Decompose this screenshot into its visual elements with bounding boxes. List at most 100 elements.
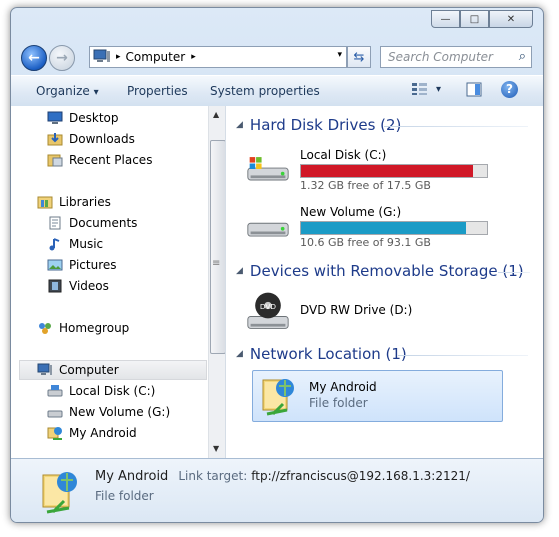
forward-arrow-icon: → — [56, 50, 68, 66]
views-dropdown-icon[interactable]: ▾ — [436, 84, 441, 95]
group-divider — [384, 126, 528, 127]
close-icon: ✕ — [506, 13, 516, 25]
details-name: My Android — [95, 469, 169, 484]
drive-usage-fill — [301, 222, 466, 234]
back-button[interactable]: ← — [21, 45, 47, 71]
details-pane: My Android Link target: ftp://zfranciscus@… — [11, 458, 543, 522]
desktop-icon — [47, 111, 63, 124]
collapse-icon[interactable]: ◢ — [236, 266, 243, 276]
nav-item-local-disk-c[interactable]: Local Disk (C:) — [47, 381, 155, 401]
chevron-down-icon: ▾ — [93, 87, 99, 98]
dvd-label: DVD — [260, 302, 277, 311]
drive-usage-bar — [300, 164, 488, 178]
nav-item-label: Libraries — [59, 195, 111, 209]
link-target-label: Link target: — [178, 469, 248, 483]
grip-icon: ≡ — [212, 258, 221, 269]
search-placeholder: Search Computer — [388, 50, 493, 64]
nav-item-computer[interactable]: Computer — [19, 360, 207, 380]
details-type: File folder — [95, 489, 154, 503]
computer-icon — [93, 49, 110, 62]
nav-item-label: Documents — [69, 216, 138, 230]
address-bar[interactable]: ▸ Computer ▸ ▾ — [89, 46, 347, 68]
scroll-down-icon[interactable]: ▼ — [213, 444, 219, 453]
help-button[interactable]: ? — [501, 81, 518, 98]
drive-free-space: 10.6 GB free of 93.1 GB — [300, 236, 431, 249]
refresh-button[interactable]: ⇆ — [347, 46, 371, 68]
maximize-button[interactable]: □ — [460, 10, 489, 28]
nav-item-downloads[interactable]: Downloads — [47, 129, 135, 149]
nav-item-label: New Volume (G:) — [69, 405, 171, 419]
nav-item-desktop[interactable]: Desktop — [47, 108, 119, 128]
scroll-up-icon[interactable]: ▲ — [213, 110, 219, 119]
pictures-icon — [47, 259, 63, 271]
nav-item-label: Local Disk (C:) — [69, 384, 156, 398]
search-box[interactable]: Search Computer ⌕ — [380, 46, 532, 68]
drive-usage-fill — [301, 165, 474, 177]
main-pane: ◢ Hard Disk Drives (2) Local Disk (C:) 1… — [226, 106, 543, 458]
content-area: Desktop Downloads Recent Places Librarie… — [11, 106, 543, 458]
music-icon — [49, 238, 60, 251]
network-folder-icon — [42, 472, 77, 514]
nav-scrollbar[interactable]: ▲ ≡ ▼ — [208, 106, 226, 458]
change-view-button[interactable] — [411, 82, 429, 99]
drive-name: New Volume (G:) — [300, 205, 402, 219]
drive-icon — [47, 385, 63, 397]
group-title: Devices with Removable Storage (1) — [249, 262, 524, 280]
back-arrow-icon: ← — [28, 50, 40, 66]
nav-item-label: Homegroup — [59, 321, 130, 335]
preview-pane-button[interactable] — [466, 82, 482, 100]
minimize-button[interactable]: — — [431, 10, 460, 28]
breadcrumb-computer[interactable]: Computer — [126, 50, 186, 64]
details-title-row: My Android Link target: ftp://zfranciscus@… — [95, 469, 470, 484]
preview-pane-icon — [466, 82, 482, 97]
nav-item-videos[interactable]: Videos — [47, 276, 109, 296]
link-target-value[interactable]: ftp://zfranciscus@192.168.1.3:2121/ — [251, 469, 470, 483]
forward-button[interactable]: → — [49, 45, 75, 71]
organize-button[interactable]: Organize ▾ — [36, 84, 99, 98]
drive-tile-dvd[interactable]: DVD DVD RW Drive (D:) — [242, 289, 492, 337]
collapse-icon[interactable]: ◢ — [236, 349, 243, 359]
breadcrumb-separator[interactable]: ▸ — [116, 52, 121, 62]
group-divider — [498, 272, 530, 273]
videos-icon — [48, 279, 62, 293]
nav-item-documents[interactable]: Documents — [47, 213, 137, 233]
nav-item-label: Videos — [69, 279, 109, 293]
nav-item-music[interactable]: Music — [47, 234, 103, 254]
nav-item-new-volume-g[interactable]: New Volume (G:) — [47, 402, 170, 422]
nav-item-recent-places[interactable]: Recent Places — [47, 150, 152, 170]
explorer-window: — □ ✕ ← → ▸ Computer ▸ ▾ ⇆ Search Comput… — [10, 7, 544, 523]
nav-item-label: Desktop — [69, 111, 119, 125]
address-dropdown-icon[interactable]: ▾ — [337, 50, 342, 60]
organize-label: Organize — [36, 84, 90, 98]
nav-item-pictures[interactable]: Pictures — [47, 255, 117, 275]
close-button[interactable]: ✕ — [489, 10, 533, 28]
drive-tile-c[interactable]: Local Disk (C:) 1.32 GB free of 17.5 GB — [242, 146, 492, 194]
system-properties-button[interactable]: System properties — [210, 84, 320, 98]
drive-tile-g[interactable]: New Volume (G:) 10.6 GB free of 93.1 GB — [242, 203, 492, 251]
drive-name: DVD RW Drive (D:) — [300, 303, 413, 317]
properties-button[interactable]: Properties — [127, 84, 188, 98]
network-location-tile[interactable]: My Android File folder — [252, 370, 503, 422]
view-options-icon — [412, 83, 427, 95]
refresh-icon: ⇆ — [353, 49, 365, 65]
command-bar: Organize ▾ Properties System properties … — [11, 75, 543, 107]
hard-drive-windows-icon — [247, 157, 289, 181]
nav-item-label: Downloads — [69, 132, 135, 146]
downloads-icon — [47, 133, 63, 146]
scroll-thumb[interactable] — [210, 140, 226, 354]
group-title: Network Location (1) — [249, 345, 407, 363]
nav-item-label: Pictures — [69, 258, 117, 272]
group-title: Hard Disk Drives (2) — [249, 116, 402, 134]
group-header-removable[interactable]: ◢ Devices with Removable Storage (1) — [236, 262, 530, 280]
breadcrumb-separator[interactable]: ▸ — [191, 52, 196, 62]
search-icon[interactable]: ⌕ — [519, 49, 526, 64]
group-header-network[interactable]: ◢ Network Location (1) — [236, 345, 528, 363]
nav-item-libraries[interactable]: Libraries — [37, 192, 111, 212]
group-header-hdd[interactable]: ◢ Hard Disk Drives (2) — [236, 116, 528, 134]
nav-item-my-android[interactable]: My Android — [47, 423, 137, 443]
collapse-icon[interactable]: ◢ — [236, 120, 243, 130]
nav-item-homegroup[interactable]: Homegroup — [37, 318, 129, 338]
homegroup-icon — [39, 323, 51, 334]
hard-drive-icon — [247, 222, 289, 237]
recent-places-icon — [47, 154, 63, 167]
